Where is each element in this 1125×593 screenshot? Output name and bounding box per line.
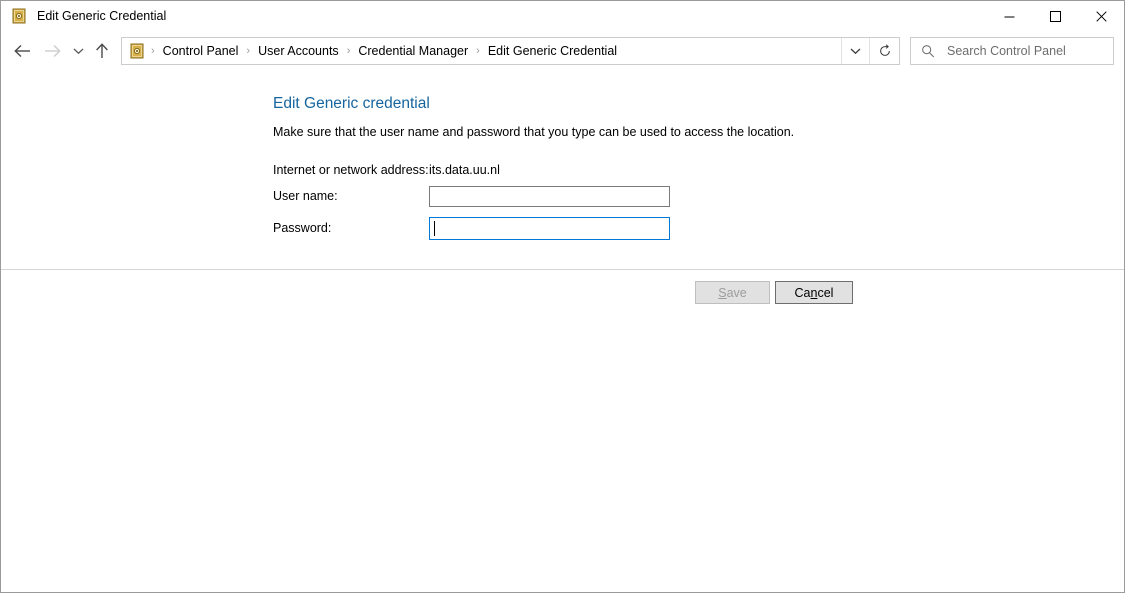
breadcrumb-item-user-accounts[interactable]: User Accounts: [256, 44, 341, 58]
breadcrumb-item-credential-manager[interactable]: Credential Manager: [356, 44, 470, 58]
chevron-down-icon: [850, 47, 861, 55]
password-input[interactable]: [429, 217, 670, 240]
window-title: Edit Generic Credential: [37, 8, 166, 24]
breadcrumb-separator[interactable]: ›: [341, 45, 357, 57]
title-bar: Edit Generic Credential: [1, 1, 1124, 31]
credential-icon: [129, 43, 145, 59]
page-description: Make sure that the user name and passwor…: [273, 125, 794, 139]
refresh-icon: [878, 44, 892, 58]
breadcrumb-separator[interactable]: ›: [145, 45, 161, 57]
breadcrumb-item-edit-generic-credential[interactable]: Edit Generic Credential: [486, 44, 619, 58]
minimize-icon: [1004, 11, 1015, 22]
search-icon: [921, 44, 935, 58]
close-icon: [1096, 11, 1107, 22]
search-box[interactable]: [910, 37, 1114, 65]
minimize-button[interactable]: [986, 1, 1032, 31]
forward-button: [37, 36, 67, 66]
save-label-accelerator: S: [718, 286, 726, 300]
address-bar[interactable]: › Control Panel › User Accounts › Creden…: [121, 37, 900, 65]
cancel-label-prefix: Ca: [795, 286, 811, 300]
username-label: User name:: [273, 189, 429, 203]
back-button[interactable]: [7, 36, 37, 66]
save-label-suffix: ave: [727, 286, 747, 300]
navigation-bar: › Control Panel › User Accounts › Creden…: [1, 31, 1124, 71]
breadcrumb-item-control-panel[interactable]: Control Panel: [161, 44, 241, 58]
field-row-password: Password:: [273, 217, 670, 239]
refresh-button[interactable]: [869, 38, 899, 64]
chevron-down-icon: [73, 47, 84, 55]
address-label: Internet or network address:: [273, 163, 429, 177]
empty-area: [1, 316, 1124, 592]
dialog-button-bar: Save Cancel: [1, 270, 1124, 316]
text-caret: [434, 221, 435, 236]
up-button[interactable]: [89, 36, 115, 66]
breadcrumb: › Control Panel › User Accounts › Creden…: [122, 38, 841, 64]
address-value: its.data.uu.nl: [429, 163, 500, 177]
credential-icon: [11, 8, 27, 24]
breadcrumb-separator[interactable]: ›: [240, 45, 256, 57]
cancel-button[interactable]: Cancel: [775, 281, 853, 304]
back-arrow-icon: [14, 44, 31, 58]
page-title: Edit Generic credential: [273, 95, 430, 113]
field-row-username: User name:: [273, 185, 670, 207]
recent-locations-button[interactable]: [67, 36, 89, 66]
username-input[interactable]: [429, 186, 670, 207]
cancel-label-accelerator: n: [811, 286, 818, 300]
maximize-icon: [1050, 11, 1061, 22]
content-pane: Edit Generic credential Make sure that t…: [1, 71, 1124, 269]
save-button[interactable]: Save: [695, 281, 770, 304]
close-button[interactable]: [1078, 1, 1124, 31]
search-input[interactable]: [945, 43, 1095, 59]
password-label: Password:: [273, 221, 429, 235]
up-arrow-icon: [95, 43, 109, 59]
address-dropdown-button[interactable]: [841, 38, 869, 64]
password-input-wrapper: [429, 217, 670, 240]
cancel-label-suffix: cel: [817, 286, 833, 300]
maximize-button[interactable]: [1032, 1, 1078, 31]
window-controls: [986, 1, 1124, 31]
edit-generic-credential-window: Edit Generic Credential: [0, 0, 1125, 593]
breadcrumb-separator[interactable]: ›: [470, 45, 486, 57]
forward-arrow-icon: [44, 44, 61, 58]
field-row-address: Internet or network address: its.data.uu…: [273, 159, 500, 181]
